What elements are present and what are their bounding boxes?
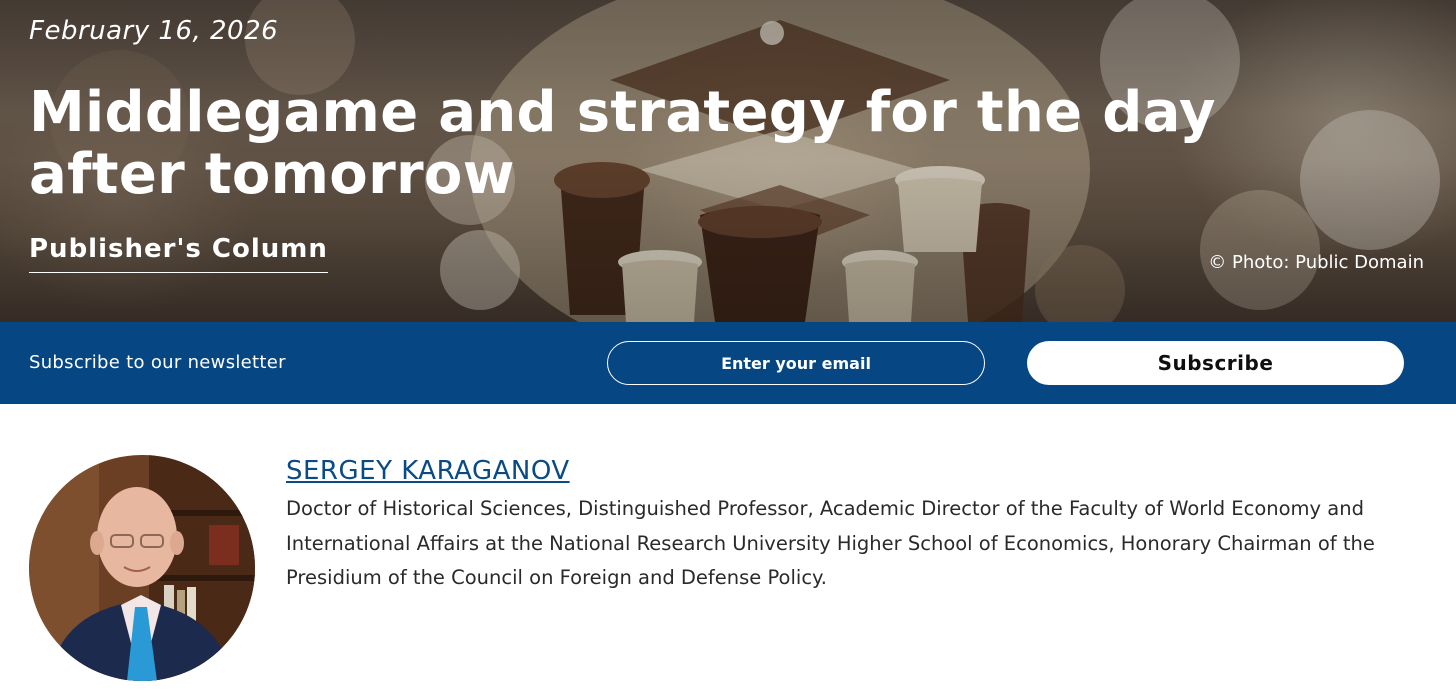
- author-name-link[interactable]: SERGEY KARAGANOV: [286, 456, 570, 486]
- email-input[interactable]: [607, 341, 985, 385]
- bookshelf-shelf: [149, 575, 255, 581]
- publish-date: February 16, 2026: [29, 16, 279, 46]
- newsletter-label: Subscribe to our newsletter: [29, 352, 286, 373]
- newsletter-bar: Subscribe to our newsletter Subscribe: [0, 322, 1456, 404]
- subscribe-button[interactable]: Subscribe: [1027, 341, 1404, 385]
- ear: [170, 531, 184, 555]
- book: [209, 525, 239, 565]
- category-link[interactable]: Publisher's Column: [29, 234, 328, 273]
- author-avatar[interactable]: [29, 455, 255, 681]
- photo-credit: © Photo: Public Domain: [1208, 252, 1424, 273]
- hero-banner: February 16, 2026 Middlegame and strateg…: [0, 0, 1456, 322]
- author-bio: Doctor of Historical Sciences, Distingui…: [286, 497, 1375, 589]
- author-portrait: [29, 455, 255, 681]
- ear: [90, 531, 104, 555]
- article-title: Middlegame and strategy for the day afte…: [29, 80, 1216, 207]
